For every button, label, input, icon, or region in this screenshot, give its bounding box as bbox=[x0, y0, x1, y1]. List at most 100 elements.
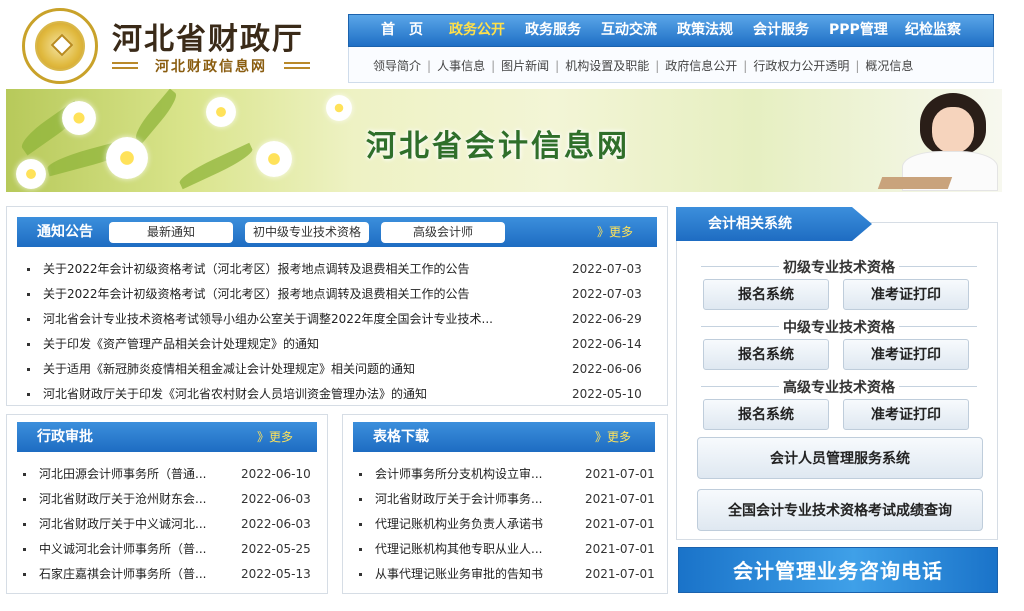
form-link[interactable]: 河北省财政厅关于会计师事务... bbox=[375, 487, 571, 512]
subnav-photo-news[interactable]: 图片新闻 bbox=[501, 59, 549, 73]
book-icon bbox=[877, 177, 953, 189]
student-illustration bbox=[877, 91, 1000, 191]
nav-ppp-management[interactable]: PPP管理 bbox=[829, 15, 888, 46]
forms-more-link[interactable]: 》更多 bbox=[595, 422, 631, 452]
bullet-icon bbox=[23, 498, 26, 501]
subnav-gov-info[interactable]: 政府信息公开 bbox=[665, 59, 737, 73]
approval-link[interactable]: 中义诚河北会计师事务所（普... bbox=[39, 537, 235, 562]
subnav-leaders[interactable]: 领导简介 bbox=[373, 59, 421, 73]
approval-more-link[interactable]: 》更多 bbox=[257, 422, 293, 452]
banner: 河北省会计信息网 bbox=[6, 89, 1002, 192]
personnel-management-button[interactable]: 会计人员管理服务系统 bbox=[697, 437, 983, 479]
tab-latest-notice[interactable]: 最新通知 bbox=[109, 222, 233, 243]
separator: | bbox=[427, 59, 432, 73]
nav-discipline-inspection[interactable]: 纪检监察 bbox=[905, 15, 961, 46]
form-date: 2021-07-01 bbox=[585, 467, 655, 481]
approval-link[interactable]: 河北省财政厅关于中义诚河北... bbox=[39, 512, 235, 537]
leaf-decoration bbox=[176, 142, 256, 190]
notice-more-link[interactable]: 》更多 bbox=[597, 217, 633, 247]
approval-link[interactable]: 石家庄嘉祺会计师事务所（普... bbox=[39, 562, 235, 587]
junior-ticket-print-button[interactable]: 准考证打印 bbox=[843, 279, 969, 310]
banner-title: 河北省会计信息网 bbox=[366, 129, 630, 164]
flower-decoration bbox=[256, 141, 292, 177]
systems-tab: 会计相关系统 bbox=[676, 207, 872, 241]
separator: | bbox=[855, 59, 860, 73]
nav-government-services[interactable]: 政务服务 bbox=[525, 15, 581, 46]
notice-link[interactable]: 关于适用《新冠肺炎疫情相关租金减让会计处理规定》相关问题的通知 bbox=[43, 357, 553, 382]
tab-junior-intermediate[interactable]: 初中级专业技术资格 bbox=[245, 222, 369, 243]
seal-emblem-icon bbox=[35, 21, 85, 71]
intermediate-register-button[interactable]: 报名系统 bbox=[703, 339, 829, 370]
notice-link[interactable]: 关于2022年会计初级资格考试（河北考区）报考地点调转及退费相关工作的公告 bbox=[43, 282, 553, 307]
notice-link[interactable]: 关于2022年会计初级资格考试（河北考区）报考地点调转及退费相关工作的公告 bbox=[43, 257, 553, 282]
approval-link[interactable]: 河北田源会计师事务所（普通... bbox=[39, 462, 235, 487]
form-link[interactable]: 会计师事务所分支机构设立审... bbox=[375, 462, 571, 487]
consultation-hotline-banner[interactable]: 会计管理业务咨询电话 bbox=[678, 547, 998, 593]
form-date: 2021-07-01 bbox=[585, 517, 655, 531]
senior-qualification-group: 高级专业技术资格 报名系统 准考证打印 bbox=[697, 377, 981, 431]
separator: | bbox=[491, 59, 496, 73]
form-date: 2021-07-01 bbox=[585, 542, 655, 556]
intermediate-qualification-group: 中级专业技术资格 报名系统 准考证打印 bbox=[697, 317, 981, 371]
form-row: 河北省财政厅关于会计师事务... 2021-07-01 bbox=[359, 487, 663, 512]
flower-decoration bbox=[206, 97, 236, 127]
approval-date: 2022-06-10 bbox=[241, 467, 311, 481]
nav-home[interactable]: 首 页 bbox=[381, 15, 423, 46]
site-title[interactable]: 河北省财政厅 bbox=[112, 14, 304, 58]
form-link[interactable]: 从事代理记账业务审批的告知书 bbox=[375, 562, 571, 587]
flower-decoration bbox=[326, 95, 352, 121]
senior-ticket-print-button[interactable]: 准考证打印 bbox=[843, 399, 969, 430]
bullet-icon bbox=[359, 473, 362, 476]
separator: | bbox=[743, 59, 748, 73]
site-subtitle: 河北财政信息网 bbox=[155, 59, 267, 75]
notice-link[interactable]: 河北省会计专业技术资格考试领导小组办公室关于调整2022年度全国会计专业技术..… bbox=[43, 307, 553, 332]
bullet-icon bbox=[23, 548, 26, 551]
divider bbox=[112, 67, 138, 69]
subnav-personnel[interactable]: 人事信息 bbox=[437, 59, 485, 73]
sub-nav-row: 领导简介 | 人事信息 | 图片新闻 | 机构设置及职能 | 政府信息公开 | 行政权力公开透明 | 概… bbox=[373, 57, 913, 74]
flower-decoration bbox=[16, 159, 46, 189]
approval-row: 石家庄嘉祺会计师事务所（普... 2022-05-13 bbox=[23, 562, 323, 587]
notice-row: 关于2022年会计初级资格考试（河北考区）报考地点调转及退费相关工作的公告 20… bbox=[27, 257, 657, 282]
bullet-icon bbox=[359, 523, 362, 526]
bullet-icon bbox=[359, 498, 362, 501]
junior-qualification-group: 初级专业技术资格 报名系统 准考证打印 bbox=[697, 257, 981, 311]
form-link[interactable]: 代理记账机构其他专职从业人... bbox=[375, 537, 571, 562]
notice-link[interactable]: 河北省财政厅关于印发《河北省农村财会人员培训资金管理办法》的通知 bbox=[43, 382, 553, 407]
nav-interaction[interactable]: 互动交流 bbox=[601, 15, 657, 46]
group-title: 中级专业技术资格 bbox=[697, 317, 981, 337]
subnav-admin-power[interactable]: 行政权力公开透明 bbox=[753, 59, 849, 73]
tab-senior-accountant[interactable]: 高级会计师 bbox=[381, 222, 505, 243]
notice-link[interactable]: 关于印发《资产管理产品相关会计处理规定》的通知 bbox=[43, 332, 553, 357]
junior-register-button[interactable]: 报名系统 bbox=[703, 279, 829, 310]
finance-seal-logo[interactable] bbox=[22, 8, 98, 84]
form-row: 代理记账机构业务负责人承诺书 2021-07-01 bbox=[359, 512, 663, 537]
score-query-button[interactable]: 全国会计专业技术资格考试成绩查询 bbox=[697, 489, 983, 531]
nav-policies[interactable]: 政策法规 bbox=[677, 15, 733, 46]
group-title: 高级专业技术资格 bbox=[697, 377, 981, 397]
intermediate-ticket-print-button[interactable]: 准考证打印 bbox=[843, 339, 969, 370]
header: 河北省财政厅 河北财政信息网 首 页 政务公开 政务服务 互动交流 政策法规 会… bbox=[0, 0, 1024, 88]
senior-register-button[interactable]: 报名系统 bbox=[703, 399, 829, 430]
subnav-overview[interactable]: 概况信息 bbox=[865, 59, 913, 73]
forms-header-bar: 表格下载 》更多 bbox=[353, 422, 655, 452]
nav-government-affairs-open[interactable]: 政务公开 bbox=[449, 15, 505, 46]
subnav-organization[interactable]: 机构设置及职能 bbox=[565, 59, 649, 73]
approval-panel: 行政审批 》更多 河北田源会计师事务所（普通... 2022-06-10 河北省… bbox=[6, 414, 328, 594]
page: 河北省财政厅 河北财政信息网 首 页 政务公开 政务服务 互动交流 政策法规 会… bbox=[0, 0, 1024, 611]
form-row: 从事代理记账业务审批的告知书 2021-07-01 bbox=[359, 562, 663, 587]
notice-panel: 通知公告 最新通知 初中级专业技术资格 高级会计师 》更多 关于2022年会计初… bbox=[6, 206, 668, 406]
bullet-icon bbox=[359, 573, 362, 576]
approval-row: 河北省财政厅关于沧州财东会... 2022-06-03 bbox=[23, 487, 323, 512]
group-title-text: 中级专业技术资格 bbox=[779, 320, 899, 336]
notice-date: 2022-06-29 bbox=[572, 312, 642, 326]
approval-link[interactable]: 河北省财政厅关于沧州财东会... bbox=[39, 487, 235, 512]
nav-accounting-services[interactable]: 会计服务 bbox=[753, 15, 809, 46]
group-title-text: 初级专业技术资格 bbox=[779, 260, 899, 276]
notice-title: 通知公告 bbox=[37, 224, 93, 240]
form-row: 会计师事务所分支机构设立审... 2021-07-01 bbox=[359, 462, 663, 487]
approval-date: 2022-06-03 bbox=[241, 492, 311, 506]
bullet-icon bbox=[27, 293, 30, 296]
form-link[interactable]: 代理记账机构业务负责人承诺书 bbox=[375, 512, 571, 537]
flower-decoration bbox=[62, 101, 96, 135]
